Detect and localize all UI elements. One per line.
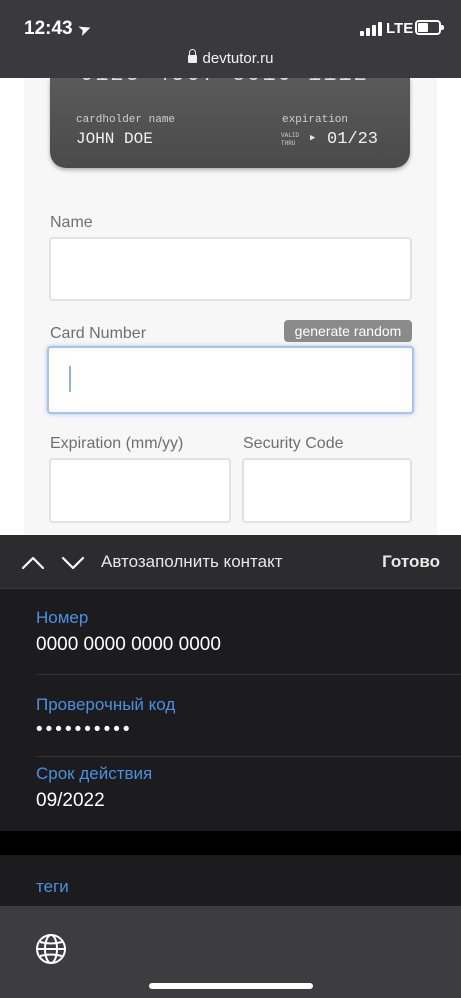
card-preview: 0123 4567 8910 1112 cardholder name JOHN…	[50, 78, 410, 168]
status-time-text: 12:43	[24, 18, 73, 39]
done-button[interactable]: Готово	[382, 552, 440, 572]
generate-random-button[interactable]: generate random	[284, 320, 412, 342]
browser-top-bar: 12:43 ➤ LTE devtutor.ru	[0, 0, 461, 78]
card-number-label: Card Number	[50, 325, 147, 342]
url-text: devtutor.ru	[202, 50, 274, 67]
security-code-input[interactable]	[242, 458, 412, 523]
signal-icon	[360, 22, 382, 36]
card-holder-label: cardholder name	[76, 114, 176, 126]
autofill-item-expiration[interactable]: Срок действия 09/2022	[36, 757, 461, 831]
web-page: 0123 4567 8910 1112 cardholder name JOHN…	[0, 78, 461, 538]
security-code-label: Security Code	[243, 435, 344, 452]
battery-icon	[415, 20, 444, 35]
autofill-list: Номер 0000 0000 0000 0000 Проверочный ко…	[0, 589, 461, 831]
card-valid-thru: VALID THRU	[281, 132, 300, 147]
url-bar[interactable]: devtutor.ru	[0, 49, 461, 67]
card-valid-arrow-icon: ▶	[310, 133, 316, 143]
network-label: LTE	[386, 20, 414, 37]
globe-icon[interactable]	[34, 932, 68, 966]
card-holder-name: JOHN DOE	[76, 130, 153, 148]
autofill-item-label: Срок действия	[36, 764, 153, 783]
autofill-item-label: Проверочный код	[36, 695, 176, 714]
name-input[interactable]	[49, 237, 412, 301]
autofill-item-security-code[interactable]: Проверочный код ••••••••••	[36, 675, 461, 757]
autofill-toolbar: Автозаполнить контакт Готово	[0, 535, 461, 589]
card-number-input[interactable]	[47, 346, 414, 414]
autofill-item-value: 09/2022	[36, 790, 105, 811]
chevron-down-icon[interactable]	[60, 550, 86, 576]
keyboard-bottom-bar	[0, 906, 461, 998]
autofill-item-value: ••••••••••	[36, 719, 133, 740]
expiration-label: Expiration (mm/yy)	[50, 435, 184, 452]
section-divider	[0, 831, 461, 855]
autofill-contact-button[interactable]: Автозаполнить контакт	[101, 552, 283, 572]
expiration-input[interactable]	[49, 458, 231, 523]
tags-section[interactable]: теги	[0, 855, 461, 907]
chevron-up-icon[interactable]	[20, 550, 46, 576]
status-time: 12:43 ➤	[24, 18, 93, 40]
autofill-item-number[interactable]: Номер 0000 0000 0000 0000	[36, 589, 461, 675]
home-indicator[interactable]	[149, 983, 313, 989]
autofill-item-label: Номер	[36, 608, 89, 627]
card-preview-number: 0123 4567 8910 1112	[80, 78, 369, 87]
lock-icon	[187, 49, 197, 63]
location-arrow-icon: ➤	[76, 19, 93, 39]
autofill-item-value: 0000 0000 0000 0000	[36, 634, 221, 655]
text-cursor	[69, 366, 71, 392]
name-label: Name	[50, 214, 93, 231]
card-expiration-label: expiration	[282, 114, 349, 126]
card-expiration-value: 01/23	[327, 130, 379, 149]
tags-label: теги	[36, 877, 69, 896]
